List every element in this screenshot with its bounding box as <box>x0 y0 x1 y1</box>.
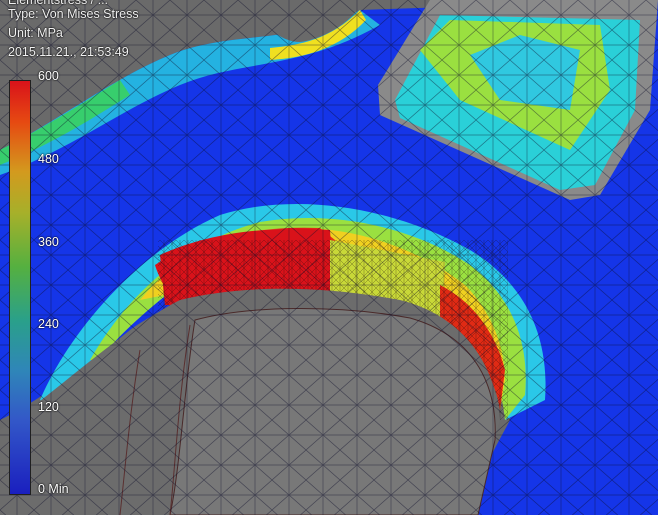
legend-tick-240: 240 <box>38 317 59 331</box>
legend-tick-360: 360 <box>38 235 59 249</box>
result-timestamp: 2015.11.21., 21:53:49 <box>8 45 129 59</box>
stress-contour-view[interactable] <box>0 0 658 515</box>
legend-tick-120: 120 <box>38 400 59 414</box>
legend-tick-600: 600 <box>38 69 59 83</box>
result-type: Type: Von Mises Stress <box>8 7 139 21</box>
color-legend-bar <box>9 80 31 495</box>
result-unit: Unit: MPa <box>8 26 63 40</box>
legend-tick-480: 480 <box>38 152 59 166</box>
legend-tick-min: 0 Min <box>38 482 69 496</box>
